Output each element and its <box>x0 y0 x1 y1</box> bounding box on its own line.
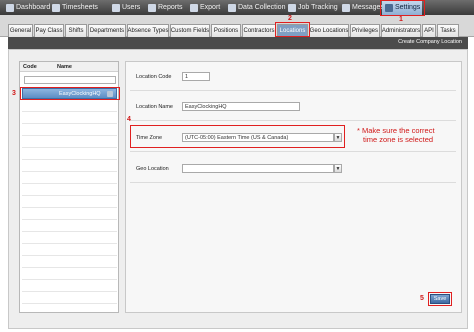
location-name-field[interactable]: EasyClockingHQ <box>182 102 300 111</box>
nav-users[interactable]: Users <box>112 0 140 15</box>
users-icon <box>112 3 120 12</box>
list-row-empty <box>22 161 117 172</box>
tab-privileges[interactable]: Privileges <box>350 24 380 37</box>
column-code-header[interactable]: Code <box>23 64 37 70</box>
list-row-empty <box>22 185 117 196</box>
tab-tasks[interactable]: Tasks <box>437 24 459 37</box>
data-collection-icon <box>228 3 236 12</box>
nav-messages[interactable]: Messages <box>342 0 384 15</box>
list-row-empty <box>22 233 117 244</box>
annotation-box-time-zone <box>130 125 345 148</box>
messages-icon <box>342 3 350 12</box>
annotation-note-line-2: time zone is selected <box>363 135 434 144</box>
location-code-field[interactable]: 1 <box>182 72 210 81</box>
annotation-step-4: 4 <box>127 116 131 123</box>
tab-api[interactable]: API <box>422 24 436 37</box>
tab-pay-class[interactable]: Pay Class <box>34 24 64 37</box>
list-row-empty <box>22 125 117 136</box>
divider <box>130 182 456 183</box>
annotation-box-locations <box>275 22 310 37</box>
location-code-label: Location Code <box>136 74 172 80</box>
list-row-empty <box>22 113 117 124</box>
location-name-label: Location Name <box>136 104 173 110</box>
geo-location-label: Geo Location <box>136 166 169 172</box>
list-row-empty <box>22 137 117 148</box>
tab-departments[interactable]: Departments <box>88 24 126 37</box>
dashboard-icon <box>6 3 14 12</box>
tab-absence-types[interactable]: Absence Types <box>127 24 169 37</box>
list-row-empty <box>22 293 117 304</box>
screen: { "topnav": { "items": [ {"label": "Dash… <box>0 0 474 332</box>
tab-positions[interactable]: Positions <box>211 24 241 37</box>
annotation-box-list-item <box>20 87 120 100</box>
annotation-note-line-1: * Make sure the correct <box>357 126 435 135</box>
list-row-empty <box>22 197 117 208</box>
list-row-empty <box>22 209 117 220</box>
tab-shifts[interactable]: Shifts <box>65 24 87 37</box>
tab-contractors[interactable]: Contractors <box>242 24 276 37</box>
nav-reports[interactable]: Reports <box>148 0 183 15</box>
location-form: Location Code 1 Location Name EasyClocki… <box>125 61 462 313</box>
nav-export[interactable]: Export <box>190 0 220 15</box>
annotation-box-settings <box>380 0 425 16</box>
nav-dashboard[interactable]: Dashboard <box>6 0 50 15</box>
list-filter-input[interactable] <box>24 76 116 84</box>
list-row-empty <box>22 149 117 160</box>
list-row-empty <box>22 101 117 112</box>
annotation-step-5: 5 <box>420 295 424 302</box>
tab-administrators[interactable]: Administrators <box>381 24 421 37</box>
chevron-down-icon[interactable]: ▼ <box>334 164 342 173</box>
nav-data-collection[interactable]: Data Collection <box>228 0 285 15</box>
divider <box>130 120 456 121</box>
annotation-step-3: 3 <box>12 90 16 97</box>
annotation-box-save <box>428 292 452 306</box>
annotation-note: * Make sure the correct time zone is sel… <box>357 126 435 144</box>
section-header: Create Company Location <box>8 37 468 49</box>
list-row-empty <box>22 281 117 292</box>
list-row-empty <box>22 269 117 280</box>
list-header: Code Name <box>20 62 118 72</box>
list-row-empty <box>22 221 117 232</box>
list-row-empty <box>22 257 117 268</box>
job-tracking-icon <box>288 3 296 12</box>
create-location-link[interactable]: Create Company Location <box>398 39 462 45</box>
divider <box>130 151 456 152</box>
column-name-header[interactable]: Name <box>57 64 72 70</box>
geo-location-select[interactable] <box>182 164 334 173</box>
list-row-empty <box>22 245 117 256</box>
nav-timesheets[interactable]: Timesheets <box>52 0 98 15</box>
annotation-step-2: 2 <box>288 15 292 22</box>
tab-geo-locations[interactable]: Geo Locations <box>309 24 349 37</box>
tab-custom-fields[interactable]: Custom Fields <box>170 24 210 37</box>
reports-icon <box>148 3 156 12</box>
timesheets-icon <box>52 3 60 12</box>
list-row-empty <box>22 173 117 184</box>
annotation-step-1: 1 <box>399 16 403 23</box>
export-icon <box>190 3 198 12</box>
tab-general[interactable]: General <box>8 24 33 37</box>
divider <box>130 90 456 91</box>
nav-job-tracking[interactable]: Job Tracking <box>288 0 338 15</box>
